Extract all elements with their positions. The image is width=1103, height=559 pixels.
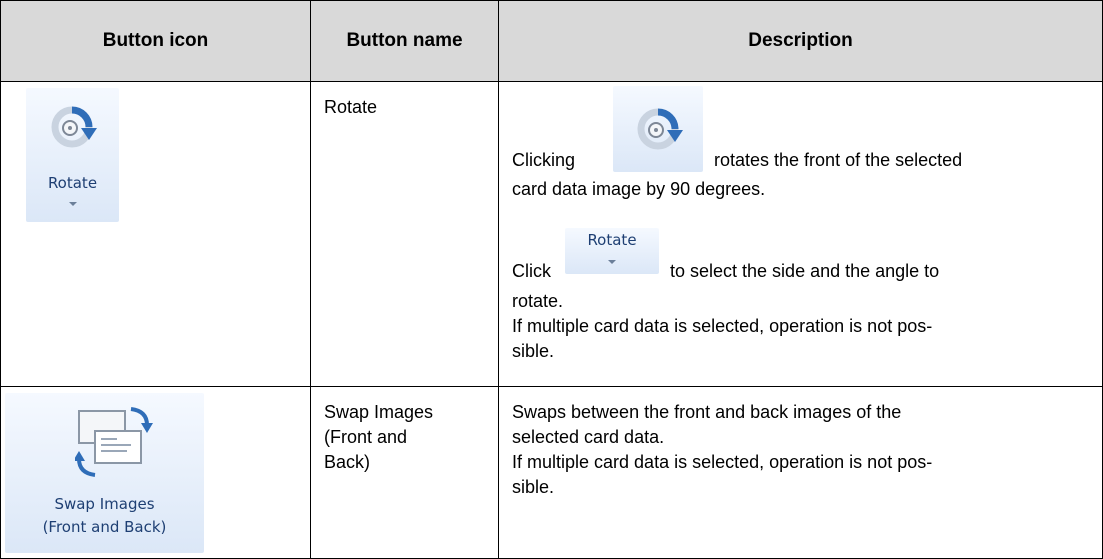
button-reference-table: Button icon Button name Description Rota… xyxy=(0,0,1103,559)
header-button-name: Button name xyxy=(346,30,463,51)
swap-desc-line4: sible. xyxy=(512,477,555,497)
header-divider xyxy=(0,81,1103,82)
rotate-desc-line2: card data image by 90 degrees. xyxy=(512,179,766,199)
table-border-top xyxy=(0,0,1103,1)
rotate-ribbon-label: Rotate xyxy=(47,174,98,192)
swap-images-ribbon-label-1: Swap Images xyxy=(54,495,155,513)
rotate-inline-dropdown-label: Rotate xyxy=(587,231,637,249)
column-divider-2 xyxy=(498,0,499,559)
chevron-down-icon xyxy=(608,260,616,264)
rotate-desc-line6: sible. xyxy=(512,341,555,361)
row-divider xyxy=(0,386,1103,387)
rotate-button-name: Rotate xyxy=(324,97,378,117)
swap-desc-line1: Swaps between the front and back images … xyxy=(512,402,902,422)
column-divider-1 xyxy=(310,0,311,559)
rotate-desc-line1: rotates the front of the selected xyxy=(714,150,963,170)
swap-desc-line2: selected card data. xyxy=(512,427,665,447)
rotate-desc-clicking: Clicking xyxy=(512,150,576,170)
swap-images-icon xyxy=(75,407,153,477)
swap-images-ribbon-label-2: (Front and Back) xyxy=(42,518,167,536)
rotate-desc-line3: to select the side and the angle to xyxy=(670,261,940,281)
rotate-desc-click: Click xyxy=(512,261,551,281)
rotate-desc-line5: If multiple card data is selected, opera… xyxy=(512,316,933,336)
swap-images-name-line1: Swap Images xyxy=(324,402,434,422)
swap-images-name-line2: (Front and xyxy=(324,427,408,447)
rotate-inline-dropdown: Rotate xyxy=(565,228,659,274)
rotate-inline-icon xyxy=(613,86,703,172)
swap-desc-line3: If multiple card data is selected, opera… xyxy=(512,452,933,472)
header-button-icon: Button icon xyxy=(102,30,209,51)
swap-images-ribbon-button[interactable]: Swap Images (Front and Back) xyxy=(5,393,204,553)
chevron-down-icon xyxy=(68,202,77,206)
rotate-icon xyxy=(637,108,683,150)
rotate-ribbon-button[interactable]: Rotate xyxy=(26,88,119,222)
table-border-left xyxy=(0,0,1,559)
rotate-desc-line4: rotate. xyxy=(512,291,564,311)
rotate-icon xyxy=(51,106,97,148)
swap-images-name-line3: Back) xyxy=(324,452,371,472)
header-description: Description xyxy=(748,30,853,51)
